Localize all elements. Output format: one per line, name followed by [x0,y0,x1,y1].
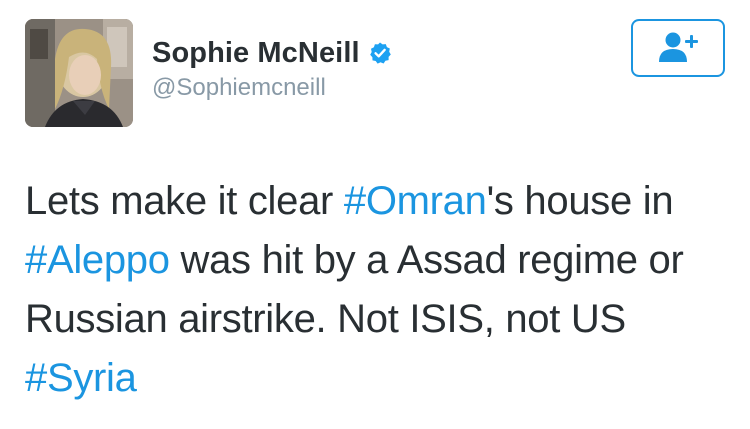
name-row: Sophie McNeill [152,34,392,72]
username-handle[interactable]: @Sophiemcneill [152,74,392,102]
follow-button[interactable] [631,19,725,77]
tweet-text: Lets make it clear #Omran's house in #Al… [25,172,730,408]
avatar[interactable] [25,19,133,127]
tweet-text-segment: Lets make it clear [25,179,344,223]
add-user-icon [659,32,698,62]
author-info: Sophie McNeill @Sophiemcneill [152,34,392,102]
tweet-card: Sophie McNeill @Sophiemcneill Lets make … [0,0,750,429]
hashtag-link-aleppo[interactable]: #Aleppo [25,238,170,282]
hashtag-link-syria[interactable]: #Syria [25,356,137,400]
verified-badge-icon [368,41,392,65]
avatar-photo [25,19,133,127]
tweet-text-segment: 's house in [486,179,674,223]
hashtag-link-omran[interactable]: #Omran [344,179,487,223]
display-name[interactable]: Sophie McNeill [152,37,360,70]
